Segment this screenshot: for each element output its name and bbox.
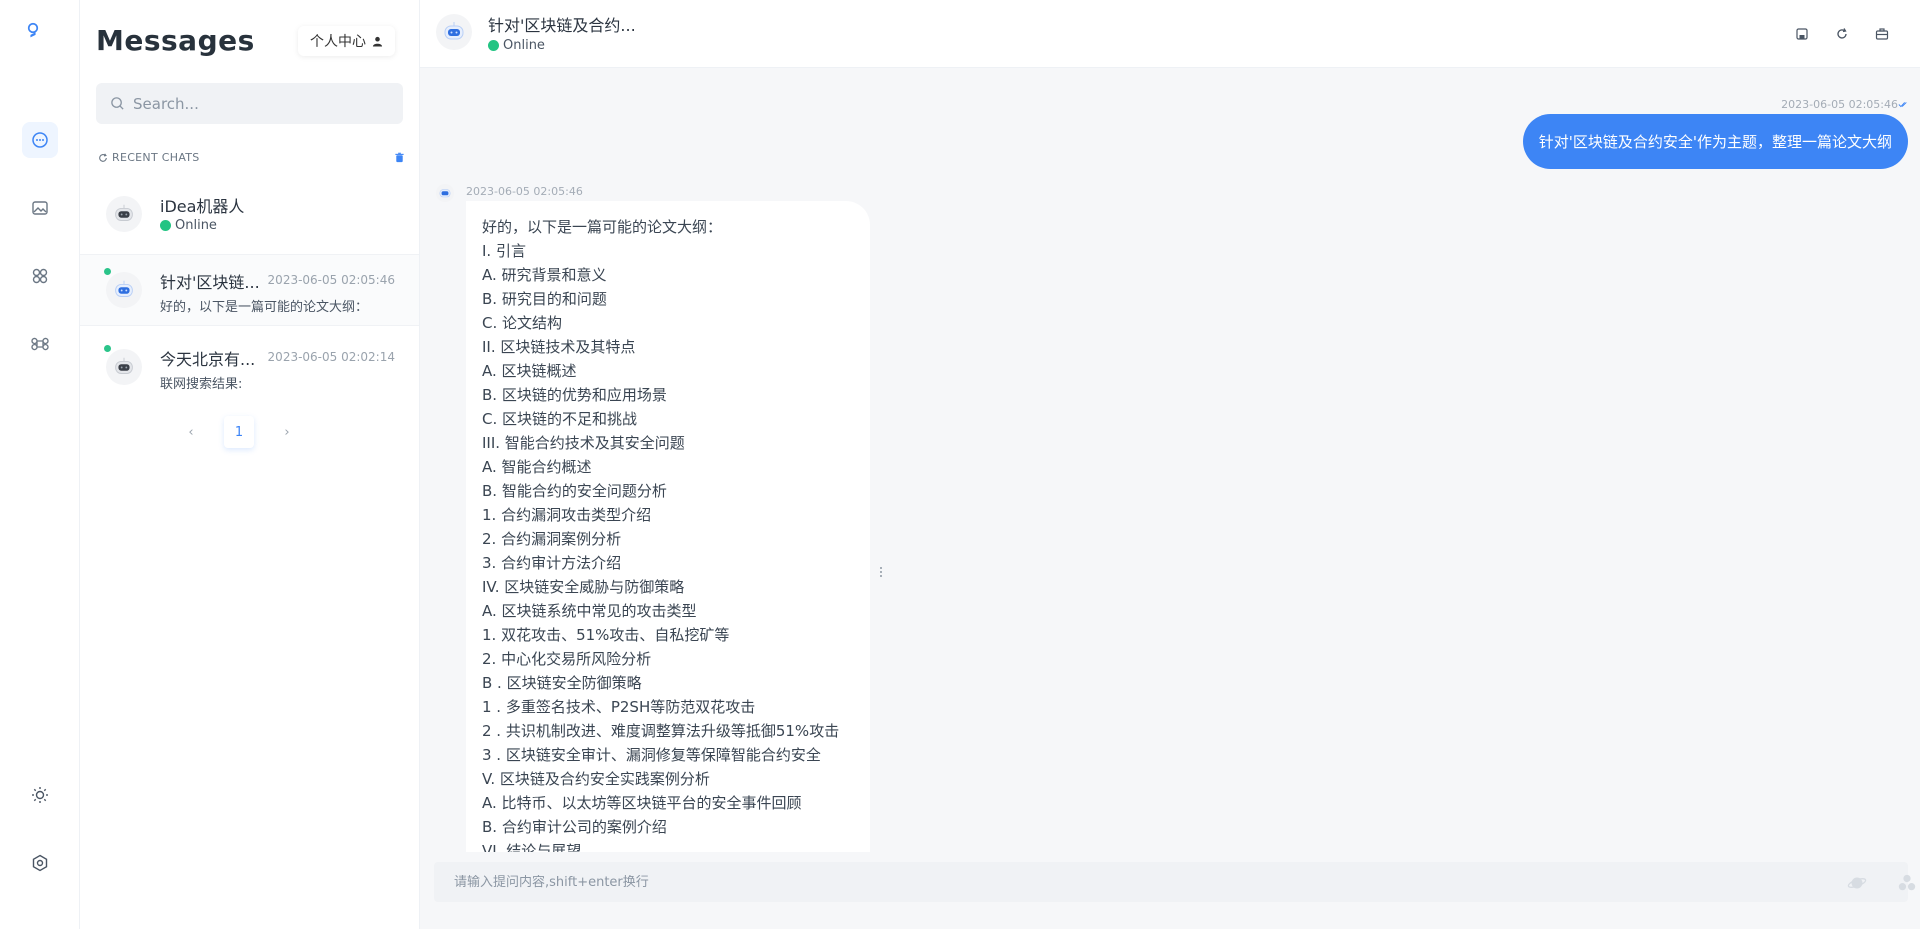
- chat-status-label: Online: [175, 218, 217, 233]
- message-line: IV. 区块链安全威胁与防御策略: [482, 578, 685, 596]
- chat-list-item[interactable]: iDea机器人 Online: [80, 178, 419, 250]
- message-line: A. 区块链概述: [482, 362, 577, 380]
- search-input[interactable]: [133, 94, 383, 113]
- chat-time: 2023-06-05 02:05:46: [267, 273, 395, 287]
- online-indicator: [488, 40, 499, 51]
- chat-status: Online: [488, 38, 545, 53]
- briefcase-icon[interactable]: [1868, 20, 1896, 48]
- read-check-icon: [1898, 102, 1907, 108]
- chat-list-item[interactable]: 今天北京有... 2023-06-05 02:02:14 联网搜索结果:: [80, 331, 419, 403]
- robot-avatar-icon: [106, 349, 142, 385]
- personal-center-label: 个人中心: [310, 34, 366, 50]
- online-indicator: [160, 220, 171, 231]
- message-line: B. 区块链的优势和应用场景: [482, 386, 667, 404]
- message-line: 2. 中心化交易所风险分析: [482, 650, 652, 668]
- apps-nav-icon[interactable]: [22, 258, 58, 294]
- message-line: 1. 双花攻击、51%攻击、自私挖矿等: [482, 626, 730, 644]
- sidebar-title: Messages: [96, 24, 255, 57]
- message-line: I. 引言: [482, 242, 526, 260]
- image-nav-icon[interactable]: [22, 190, 58, 226]
- chat-time: 2023-06-05 02:02:14: [267, 350, 395, 364]
- message-line: II. 区块链技术及其特点: [482, 338, 636, 356]
- command-nav-icon[interactable]: [22, 326, 58, 362]
- message-line: 1 . 多重签名技术、P2SH等防范双花攻击: [482, 698, 756, 716]
- unread-dot: [104, 345, 111, 352]
- unread-dot: [104, 268, 111, 275]
- chat-main: 针对'区块链及合约... Online 2023-06-05 02:05:46 …: [420, 0, 1920, 929]
- message-line: 3. 合约审计方法介绍: [482, 554, 622, 572]
- message-input[interactable]: [434, 874, 1734, 890]
- message-line: V. 区块链及合约安全实践案例分析: [482, 770, 710, 788]
- chat-status: Online: [160, 218, 217, 233]
- robot-avatar-icon: [106, 272, 142, 308]
- page-number-button[interactable]: 1: [224, 416, 254, 448]
- recent-chats-label: RECENT CHATS: [112, 151, 200, 164]
- bot-message-bubble: 好的，以下是一篇可能的论文大纲： I. 引言 A. 研究背景和意义 B. 研究目…: [466, 201, 870, 852]
- chat-title: 针对'区块链及合约...: [488, 16, 636, 35]
- chat-preview: 联网搜索结果:: [160, 377, 243, 392]
- next-page-button[interactable]: ›: [272, 416, 302, 448]
- nav-rail: [0, 0, 80, 929]
- recent-chats-header: RECENT CHATS: [98, 151, 405, 164]
- personal-center-button[interactable]: 个人中心: [298, 26, 395, 56]
- message-line: A. 研究背景和意义: [482, 266, 607, 284]
- message-line: III. 智能合约技术及其安全问题: [482, 434, 685, 452]
- search-icon: [111, 97, 124, 110]
- chat-status-label: Online: [503, 38, 545, 53]
- message-line: B. 智能合约的安全问题分析: [482, 482, 667, 500]
- save-icon[interactable]: [1788, 20, 1816, 48]
- message-line: C. 区块链的不足和挑战: [482, 410, 638, 428]
- robot-avatar-icon: [436, 14, 472, 50]
- message-line: 2 . 共识机制改进、难度调整算法升级等抵御51%攻击: [482, 722, 840, 740]
- theme-toggle-icon[interactable]: [22, 777, 58, 813]
- bot-message-time: 2023-06-05 02:05:46: [466, 185, 583, 198]
- chat-list-item[interactable]: 针对'区块链... 2023-06-05 02:05:46 好的，以下是一篇可能…: [80, 254, 419, 326]
- message-line: A. 智能合约概述: [482, 458, 592, 476]
- message-line: B. 合约审计公司的案例介绍: [482, 818, 667, 836]
- chat-header: 针对'区块链及合约... Online: [420, 0, 1920, 68]
- prev-page-button[interactable]: ‹: [176, 416, 206, 448]
- pagination: ‹ 1 ›: [176, 416, 302, 448]
- message-line: B . 区块链安全防御策略: [482, 674, 642, 692]
- planet-icon[interactable]: [1846, 872, 1868, 894]
- message-more-icon[interactable]: [880, 567, 884, 579]
- chat-sidebar: Messages 个人中心 RECENT CHATS iDea机器人 Onlin…: [80, 0, 420, 929]
- message-line: A. 区块链系统中常见的攻击类型: [482, 602, 697, 620]
- message-line: C. 论文结构: [482, 314, 563, 332]
- share-icon[interactable]: [1896, 872, 1918, 894]
- user-message-time: 2023-06-05 02:05:46: [1781, 98, 1898, 111]
- chat-nav-icon[interactable]: [22, 122, 58, 158]
- message-line: B. 研究目的和问题: [482, 290, 607, 308]
- app-logo-icon[interactable]: [24, 22, 56, 64]
- refresh-icon[interactable]: [1828, 20, 1856, 48]
- chat-preview: 好的，以下是一篇可能的论文大纲：: [160, 300, 369, 315]
- user-message-bubble: 针对'区块链及合约安全'作为主题，整理一篇论文大纲: [1522, 114, 1908, 169]
- message-line: A. 比特币、以太坊等区块链平台的安全事件回顾: [482, 794, 802, 812]
- robot-avatar-icon: [106, 196, 142, 232]
- message-line: 3 . 区块链安全审计、漏洞修复等保障智能合约安全: [482, 746, 821, 764]
- message-line: 1. 合约漏洞攻击类型介绍: [482, 506, 652, 524]
- composer: [434, 862, 1916, 902]
- message-line: 2. 合约漏洞案例分析: [482, 530, 622, 548]
- chat-name: 针对'区块链...: [160, 273, 260, 292]
- trash-icon[interactable]: [394, 152, 405, 163]
- settings-icon[interactable]: [22, 845, 58, 881]
- chat-name: 今天北京有...: [160, 350, 256, 369]
- message-time: 2023-06-05 02:05:46: [1781, 98, 1908, 111]
- refresh-icon[interactable]: [98, 153, 108, 163]
- message-list[interactable]: 2023-06-05 02:05:46 针对'区块链及合约安全'作为主题，整理一…: [420, 68, 1920, 852]
- search-box: [96, 83, 403, 124]
- message-line: VI. 结论与展望: [482, 842, 582, 852]
- robot-avatar-icon: [436, 184, 454, 202]
- user-icon: [372, 36, 383, 47]
- message-line: 好的，以下是一篇可能的论文大纲：: [482, 218, 723, 236]
- chat-name: iDea机器人: [160, 197, 245, 216]
